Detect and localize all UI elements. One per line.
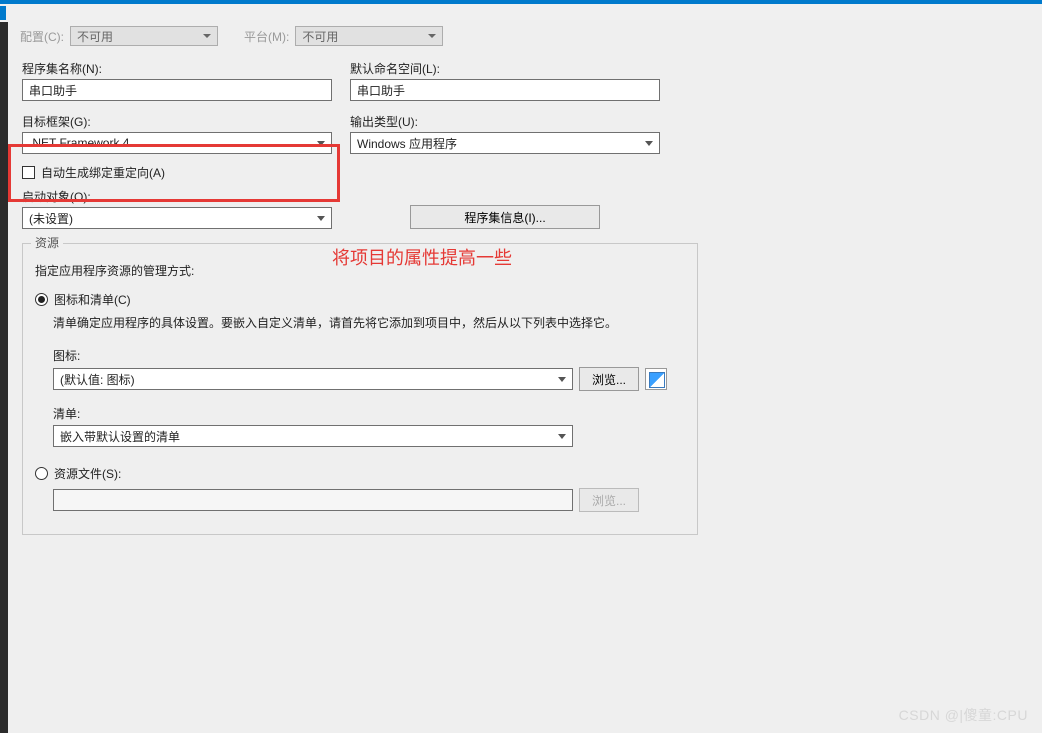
default-namespace-label: 默认命名空间(L): [350,60,660,77]
icon-dropdown[interactable]: (默认值: 图标) [53,368,573,390]
auto-binding-redirect-label: 自动生成绑定重定向(A) [41,164,165,181]
resource-file-radio[interactable] [35,467,48,480]
resource-file-input [53,489,573,511]
assembly-info-button[interactable]: 程序集信息(I)... [410,205,600,229]
resources-subtitle: 指定应用程序资源的管理方式: [35,262,685,279]
icon-manifest-radio-label: 图标和清单(C) [54,291,131,308]
resource-file-browse-button: 浏览... [579,488,639,512]
icon-manifest-radio[interactable] [35,293,48,306]
assembly-name-input[interactable] [22,79,332,101]
resources-group: 资源 指定应用程序资源的管理方式: 图标和清单(C) 清单确定应用程序的具体设置… [22,243,698,535]
target-framework-dropdown[interactable]: .NET Framework 4 [22,132,332,154]
config-label: 配置(C): [20,28,64,45]
config-dropdown[interactable]: 不可用 [70,26,218,46]
manifest-label: 清单: [53,405,685,422]
startup-object-label: 启动对象(O): [22,188,332,205]
output-type-label: 输出类型(U): [350,113,660,130]
manifest-dropdown[interactable]: 嵌入带默认设置的清单 [53,425,573,447]
output-type-dropdown[interactable]: Windows 应用程序 [350,132,660,154]
platform-dropdown[interactable]: 不可用 [295,26,443,46]
target-framework-label: 目标框架(G): [22,113,332,130]
platform-label: 平台(M): [244,28,289,45]
resources-group-title: 资源 [31,234,63,251]
resource-file-radio-label: 资源文件(S): [54,465,121,482]
icon-browse-button[interactable]: 浏览... [579,367,639,391]
auto-binding-redirect-checkbox[interactable] [22,166,35,179]
icon-manifest-description: 清单确定应用程序的具体设置。要嵌入自定义清单，请首先将它添加到项目中，然后从以下… [53,314,633,333]
default-namespace-input[interactable] [350,79,660,101]
toolbar: 配置(C): 不可用 平台(M): 不可用 [8,20,1042,52]
assembly-name-label: 程序集名称(N): [22,60,332,77]
watermark: CSDN @|傻童:CPU [899,705,1028,725]
startup-object-dropdown[interactable]: (未设置) [22,207,332,229]
icon-label: 图标: [53,347,685,364]
icon-preview [645,368,667,390]
